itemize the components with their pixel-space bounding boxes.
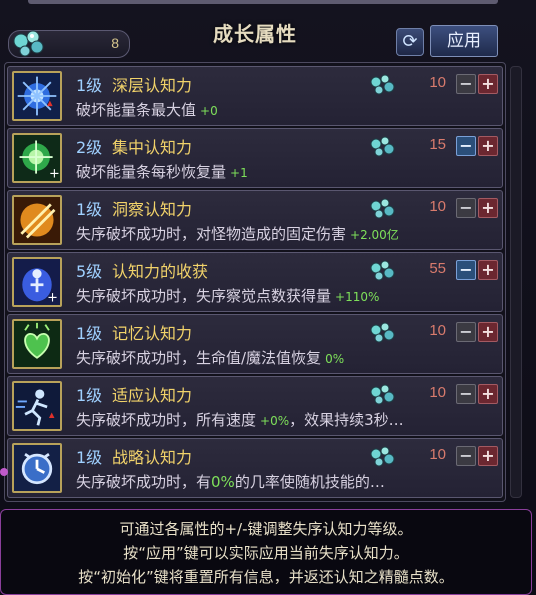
skill-description: 失序破坏成功时，所有速度 +0%，效果持续3秒… <box>76 411 404 429</box>
top-edge <box>28 0 498 4</box>
skill-cost: 10 <box>429 198 446 215</box>
increase-level-button[interactable]: + <box>478 198 498 218</box>
skill-bonus: +0% <box>260 414 290 428</box>
instruction-line-3: 按“初始化”键将重置所有信息，并返还认知之精髓点数。 <box>78 568 454 586</box>
skill-name: 适应认知力 <box>112 386 193 405</box>
increase-level-button[interactable]: + <box>478 74 498 94</box>
skill-level: 2级 <box>76 138 103 157</box>
refresh-icon: ⟳ <box>402 31 418 52</box>
skill-level: 1级 <box>76 324 103 343</box>
increase-level-button[interactable]: + <box>478 322 498 342</box>
skill-description: 失序破坏成功时，失序察觉点数获得量 +110% <box>76 287 380 305</box>
skill-cost: 10 <box>429 446 446 463</box>
crystal-cost-icon <box>370 384 395 405</box>
skill-level: 5级 <box>76 262 103 281</box>
decrease-level-button[interactable]: − <box>456 446 476 466</box>
increase-level-button[interactable]: + <box>478 446 498 466</box>
decrease-level-button[interactable]: − <box>456 136 476 156</box>
skill-name: 集中认知力 <box>112 138 193 157</box>
skill-description: 失序破坏成功时，有0%的几率使随机技能的… <box>76 473 385 491</box>
svg-text:+: + <box>47 290 58 305</box>
skill-row[interactable]: 1级 记忆认知力失序破坏成功时，生命值/魔法值恢复 0% 10− + <box>7 314 503 374</box>
svg-text:+: + <box>49 166 60 181</box>
crystal-cost-icon <box>370 74 395 95</box>
blue-burst-icon <box>12 71 62 121</box>
skill-row[interactable]: +2级 集中认知力 破坏能量条每秒恢复量 +1 15− + <box>7 128 503 188</box>
crystal-cost-icon <box>370 260 395 281</box>
skill-cost: 10 <box>429 322 446 339</box>
skill-description: 破坏能量条最大值 +0 <box>76 101 218 119</box>
crystal-cost-icon <box>370 198 395 219</box>
growth-attributes-window: 8 成长属性 ⟳ 应用 1级 深层认知力 破坏能量条最大值 +0 10− + +2级 集中认知… <box>0 0 536 595</box>
skill-description: 失序破坏成功时，对怪物造成的固定伤害 +2.00亿 <box>76 225 399 243</box>
decrease-level-button[interactable]: − <box>456 384 476 404</box>
crystal-cost-icon <box>370 446 395 467</box>
instruction-panel: 可通过各属性的+/-键调整失序认知力等级。 按“应用”键可以实际应用当前失序认知… <box>0 509 532 595</box>
skill-bonus: 0% <box>325 352 345 366</box>
points-display: 8 <box>8 30 130 58</box>
instruction-line-2: 按“应用”键可以实际应用当前失序认知力。 <box>123 544 409 562</box>
skill-row[interactable]: 1级 深层认知力破坏能量条最大值 +0 10− + <box>7 66 503 126</box>
apply-button[interactable]: 应用 <box>430 25 498 57</box>
skill-name: 认知力的收获 <box>112 262 209 281</box>
green-orb-icon: + <box>12 133 62 183</box>
crystal-cost-icon <box>370 136 395 157</box>
increase-level-button[interactable]: + <box>478 260 498 280</box>
skill-level: 1级 <box>76 76 103 95</box>
skill-name: 深层认知力 <box>112 76 193 95</box>
skill-row[interactable]: 1级 洞察认知力失序破坏成功时，对怪物造成的固定伤害 +2.00亿 10− + <box>7 190 503 250</box>
skill-row[interactable]: +5级 认知力的收获 失序破坏成功时，失序察觉点数获得量 +110% 55− + <box>7 252 503 312</box>
skill-name: 洞察认知力 <box>112 200 193 219</box>
increase-level-button[interactable]: + <box>478 136 498 156</box>
runner-icon <box>12 381 62 431</box>
skill-cost: 15 <box>429 136 446 153</box>
skill-cost: 55 <box>429 260 446 277</box>
refresh-button[interactable]: ⟳ <box>396 28 424 56</box>
crystal-gem-icon <box>13 30 44 57</box>
skill-bonus: +2.00亿 <box>350 228 399 242</box>
decrease-level-button[interactable]: − <box>456 74 476 94</box>
skill-description: 失序破坏成功时，生命值/魔法值恢复 0% <box>76 349 345 367</box>
skill-row[interactable]: 1级 适应认知力失序破坏成功时，所有速度 +0%，效果持续3秒… 10− + <box>7 376 503 436</box>
skill-bonus: +0 <box>200 104 218 118</box>
window-title: 成长属性 <box>213 22 297 46</box>
skill-level: 1级 <box>76 448 103 467</box>
decrease-level-button[interactable]: − <box>456 198 476 218</box>
skill-row[interactable]: 1级 战略认知力失序破坏成功时，有0%的几率使随机技能的… 10− + <box>7 438 503 498</box>
clock-icon <box>12 443 62 493</box>
increase-level-button[interactable]: + <box>478 384 498 404</box>
selection-marker <box>0 468 8 476</box>
points-value: 8 <box>111 35 119 51</box>
decrease-level-button[interactable]: − <box>456 322 476 342</box>
skill-cost: 10 <box>429 384 446 401</box>
instruction-line-1: 可通过各属性的+/-键调整失序认知力等级。 <box>119 520 413 538</box>
crystal-cost-icon <box>370 322 395 343</box>
scrollbar[interactable] <box>510 66 522 498</box>
skill-level: 1级 <box>76 200 103 219</box>
decrease-level-button[interactable]: − <box>456 260 476 280</box>
skill-level: 1级 <box>76 386 103 405</box>
skill-description: 破坏能量条每秒恢复量 +1 <box>76 163 248 181</box>
blue-figure-icon: + <box>12 257 62 307</box>
green-heart-icon <box>12 319 62 369</box>
skill-bonus: 0% <box>211 473 235 491</box>
skill-bonus: +1 <box>230 166 248 180</box>
skill-name: 战略认知力 <box>112 448 193 467</box>
orange-slash-icon <box>12 195 62 245</box>
skill-bonus: +110% <box>335 290 380 304</box>
skill-cost: 10 <box>429 74 446 91</box>
skill-name: 记忆认知力 <box>112 324 193 343</box>
